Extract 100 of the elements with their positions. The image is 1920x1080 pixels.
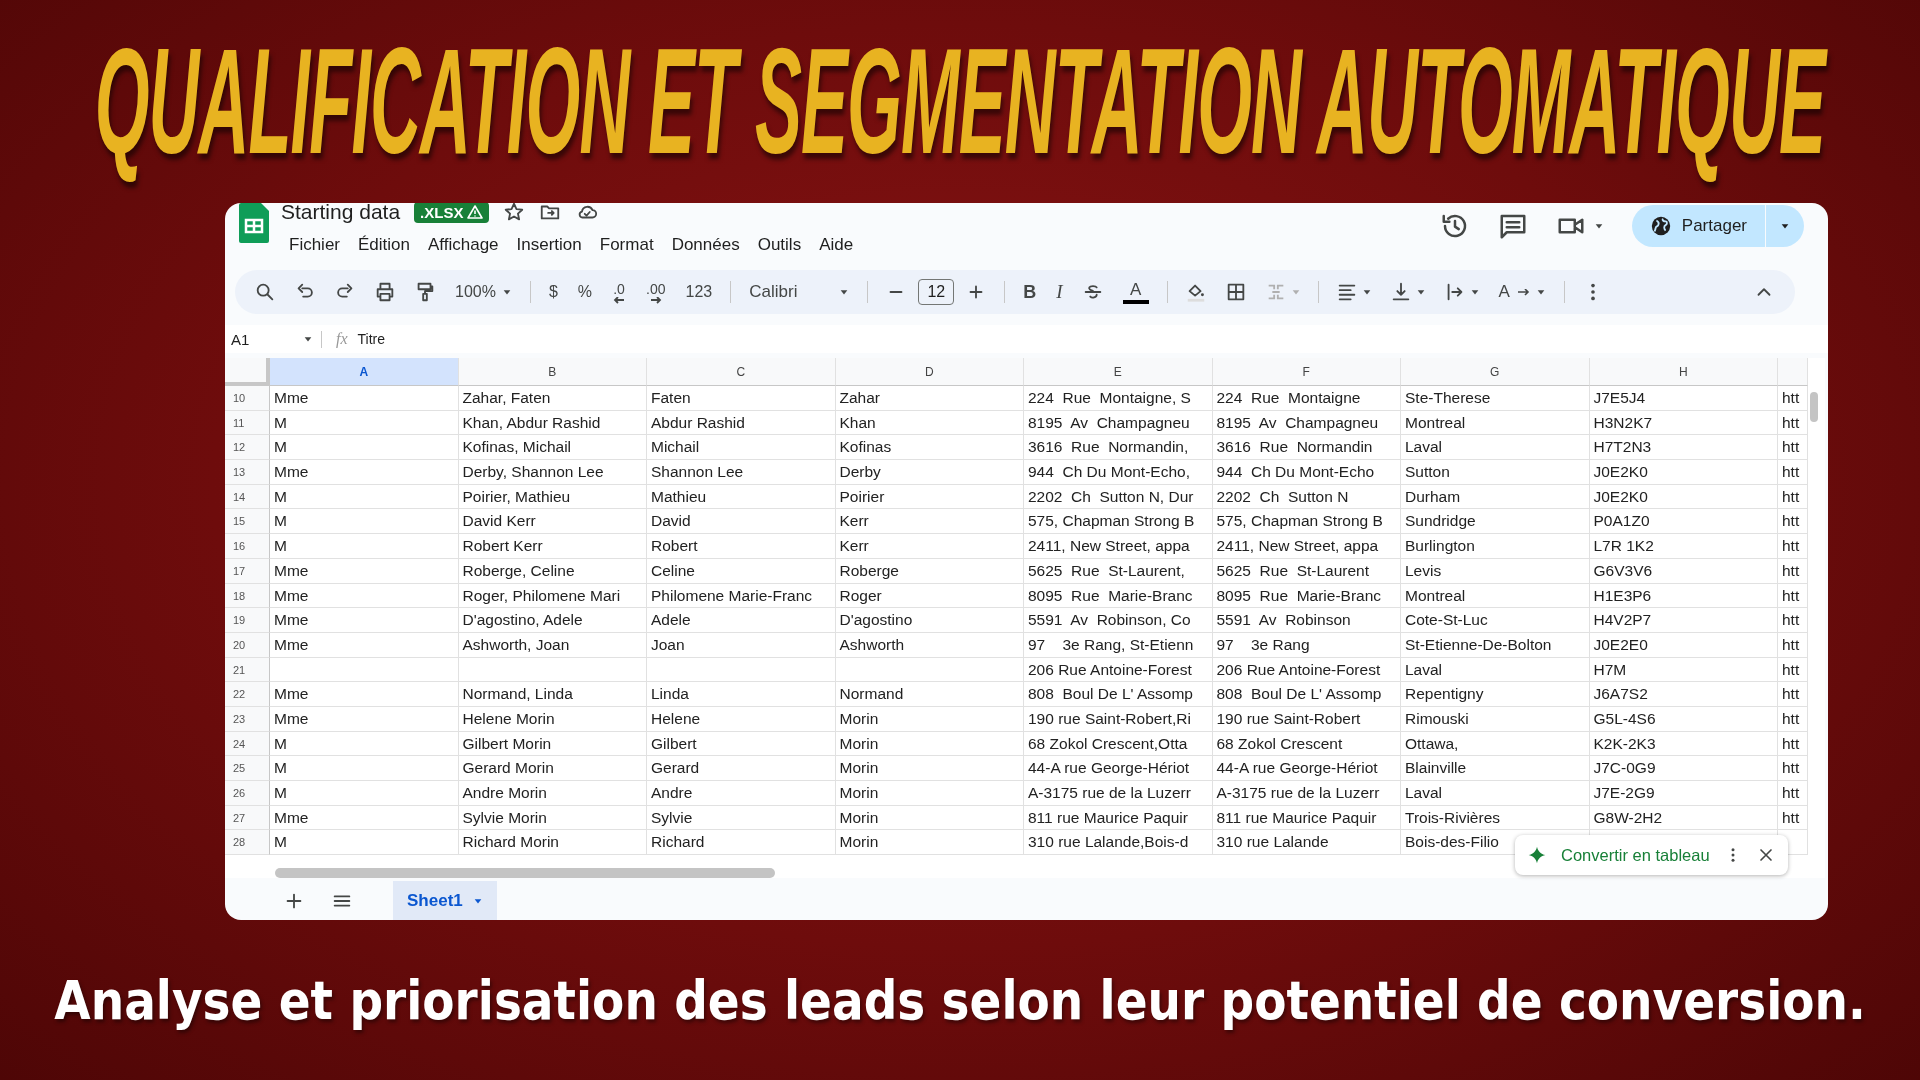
table-cell: Ashworth, Joan	[458, 632, 647, 658]
table-cell: J6A7S2	[1589, 682, 1778, 707]
formula-field[interactable]: Titre	[357, 331, 386, 347]
table-cell: Kerr	[835, 509, 1024, 535]
decrease-decimal-button[interactable]: .0	[604, 280, 635, 304]
number-format-button[interactable]: 123	[677, 283, 721, 301]
column-header[interactable]: A	[270, 358, 459, 386]
increase-decimal-button[interactable]: .00	[638, 280, 674, 304]
row-number: 13	[225, 460, 270, 485]
table-cell: Morin	[835, 781, 1024, 806]
row-number: 25	[225, 756, 270, 781]
caret-icon[interactable]	[303, 334, 313, 344]
percent-button[interactable]: %	[569, 283, 601, 301]
caret-icon[interactable]	[1780, 221, 1790, 231]
menu-item[interactable]: Affichage	[420, 233, 507, 257]
search-icon[interactable]	[254, 281, 276, 303]
table-cell: J0E2K0	[1589, 460, 1778, 485]
table-cell: 97 3e Rang	[1212, 632, 1401, 658]
column-header[interactable]: H	[1589, 358, 1778, 386]
caret-icon[interactable]	[1469, 287, 1480, 297]
text-rotation-button[interactable]: A	[1490, 282, 1554, 302]
table-cell: D'agostino	[835, 608, 1024, 633]
table-cell: 68 Zokol Crescent,Otta	[1024, 731, 1213, 757]
menu-item[interactable]: Fichier	[281, 233, 348, 257]
text-color-button[interactable]: A	[1114, 280, 1157, 304]
caret-icon[interactable]	[839, 287, 850, 297]
row-number: 18	[225, 583, 270, 609]
column-header[interactable]: C	[647, 358, 836, 386]
menu-item[interactable]: Données	[663, 233, 748, 257]
table-cell: 811 rue Maurice Paquir	[1212, 805, 1401, 831]
table-cell: htt	[1778, 435, 1808, 461]
table-cell: Poirier	[835, 484, 1024, 510]
table-cell: htt	[1778, 657, 1808, 683]
table-cell: htt	[1778, 706, 1808, 732]
table-cell: htt	[1778, 534, 1808, 559]
arrow-right-icon	[1515, 288, 1530, 296]
column-header[interactable]: B	[458, 358, 647, 386]
table-cell: Burlington	[1401, 534, 1590, 559]
sheet-tab[interactable]: Sheet1	[393, 881, 497, 920]
column-header[interactable]: G	[1401, 358, 1590, 386]
table-cell: Laval	[1401, 435, 1590, 461]
row-number: 14	[225, 484, 270, 510]
bold-button[interactable]: B	[1015, 281, 1045, 303]
column-header[interactable]: D	[835, 358, 1024, 386]
table-cell: Morin	[835, 830, 1024, 856]
table-cell: Celine	[647, 558, 836, 584]
spreadsheet-icon[interactable]	[239, 203, 269, 243]
table-cell: Gilbert Morin	[458, 731, 647, 757]
caret-icon[interactable]	[1535, 287, 1546, 297]
caret-icon[interactable]	[1415, 287, 1426, 297]
caret-icon[interactable]	[1361, 287, 1372, 297]
table-cell: 3616 Rue Normandin	[1212, 435, 1401, 461]
vertical-scrollbar[interactable]	[1810, 392, 1818, 422]
menu-item[interactable]: Format	[591, 233, 662, 257]
table-cell: htt	[1778, 509, 1808, 535]
table-cell: 5591 Av Robinson, Co	[1024, 608, 1213, 633]
document-title[interactable]: Starting data	[281, 203, 401, 224]
menu-item[interactable]: Édition	[350, 233, 418, 257]
table-cell: 206 Rue Antoine-Forest	[1024, 657, 1213, 683]
table-cell: Zahar, Faten	[458, 386, 647, 411]
table-cell: Normand	[835, 682, 1024, 707]
print-icon[interactable]	[374, 281, 396, 303]
table-cell: M	[270, 435, 459, 461]
table-cell: 2411, New Street, appa	[1212, 534, 1401, 559]
table-cell: 224 Rue Montaigne	[1212, 386, 1401, 411]
font-dropdown[interactable]: Calibri	[741, 282, 858, 302]
table-cell: Robert	[647, 534, 836, 559]
table-cell: Morin	[835, 805, 1024, 831]
table-cell: Repentigny	[1401, 682, 1590, 707]
column-header[interactable]: F	[1212, 358, 1401, 386]
caret-icon[interactable]	[501, 287, 512, 297]
table-cell: Richard Morin	[458, 830, 647, 856]
menu-item[interactable]: Outils	[749, 233, 810, 257]
star-icon[interactable]	[503, 203, 526, 223]
table-cell: G5L-4S6	[1589, 706, 1778, 732]
table-cell: L7R 1K2	[1589, 534, 1778, 559]
italic-button[interactable]: I	[1048, 281, 1071, 303]
table-cell: Cote-St-Luc	[1401, 608, 1590, 633]
table-cell: Roberge	[835, 558, 1024, 584]
caret-icon[interactable]	[1593, 221, 1604, 231]
table-cell: htt	[1778, 460, 1808, 485]
table-cell: M	[270, 781, 459, 806]
table-cell: 44-A rue George-Hériot	[1212, 756, 1401, 781]
zoom-dropdown[interactable]: 100%	[447, 283, 520, 301]
table-cell: htt	[1778, 805, 1808, 831]
table-cell: M	[270, 756, 459, 781]
menu-item[interactable]: Insertion	[508, 233, 590, 257]
currency-button[interactable]: $	[540, 283, 566, 301]
table-cell: Poirier, Mathieu	[458, 484, 647, 510]
name-box[interactable]: A1	[225, 330, 322, 348]
table-cell: htt	[1778, 682, 1808, 707]
table-cell: Kofinas	[835, 435, 1024, 461]
table-cell: Helene	[647, 706, 836, 732]
menu-item[interactable]: Aide	[811, 233, 862, 257]
table-cell: 811 rue Maurice Paquir	[1024, 805, 1213, 831]
horizontal-scrollbar[interactable]	[275, 868, 775, 878]
font-size-field[interactable]: 12	[918, 279, 955, 305]
column-header[interactable]: E	[1024, 358, 1213, 386]
table-cell: Morin	[835, 706, 1024, 732]
table-cell: Andre	[647, 781, 836, 806]
